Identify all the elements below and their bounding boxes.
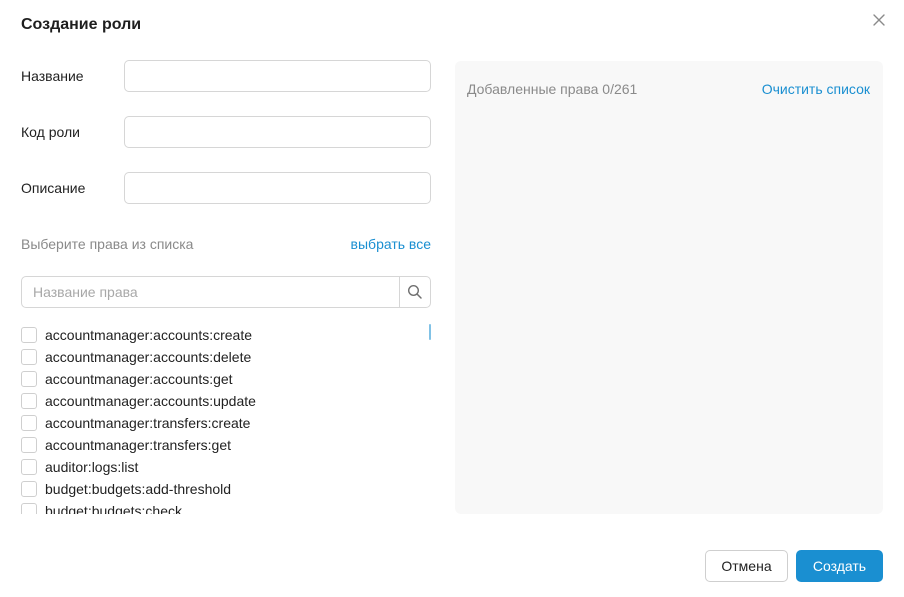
right-label: accountmanager:accounts:get bbox=[45, 371, 233, 387]
checkbox[interactable] bbox=[21, 349, 37, 365]
name-label: Название bbox=[21, 68, 84, 84]
list-item[interactable]: accountmanager:transfers:create bbox=[21, 412, 411, 434]
checkbox[interactable] bbox=[21, 437, 37, 453]
rights-search-input[interactable] bbox=[22, 277, 400, 307]
rights-hint: Выберите права из списка bbox=[21, 236, 194, 252]
right-label: accountmanager:transfers:create bbox=[45, 415, 251, 431]
list-item[interactable]: accountmanager:accounts:get bbox=[21, 368, 411, 390]
list-item[interactable]: budget:budgets:add-threshold bbox=[21, 478, 411, 500]
list-item[interactable]: accountmanager:accounts:update bbox=[21, 390, 411, 412]
code-label: Код роли bbox=[21, 124, 80, 140]
checkbox[interactable] bbox=[21, 371, 37, 387]
dialog-title: Создание роли bbox=[21, 16, 142, 33]
list-item[interactable]: auditor:logs:list bbox=[21, 456, 411, 478]
close-button[interactable] bbox=[870, 11, 888, 29]
create-role-dialog: Создание роли Название Код роли Описание… bbox=[0, 0, 904, 597]
clear-list-link[interactable]: Очистить список bbox=[762, 81, 870, 97]
added-rights-panel: Добавленные права 0/261 Очистить список bbox=[455, 61, 883, 514]
list-item[interactable]: accountmanager:transfers:get bbox=[21, 434, 411, 456]
added-rights-count: Добавленные права 0/261 bbox=[467, 81, 638, 97]
code-input[interactable] bbox=[124, 116, 431, 148]
description-row: Описание bbox=[21, 172, 431, 204]
checkbox[interactable] bbox=[21, 481, 37, 497]
rights-list[interactable]: accountmanager:accounts:create accountma… bbox=[21, 324, 431, 514]
checkbox[interactable] bbox=[21, 393, 37, 409]
right-label: auditor:logs:list bbox=[45, 459, 139, 475]
name-input[interactable] bbox=[124, 60, 431, 92]
search-icon bbox=[407, 284, 422, 299]
right-label: budget:budgets:check bbox=[45, 503, 182, 514]
checkbox[interactable] bbox=[21, 503, 37, 514]
list-item[interactable]: accountmanager:accounts:create bbox=[21, 324, 411, 346]
right-label: accountmanager:accounts:delete bbox=[45, 349, 252, 365]
name-row: Название bbox=[21, 60, 431, 92]
close-icon bbox=[873, 14, 885, 26]
list-item[interactable]: accountmanager:accounts:delete bbox=[21, 346, 411, 368]
checkbox[interactable] bbox=[21, 415, 37, 431]
checkbox[interactable] bbox=[21, 459, 37, 475]
checkbox[interactable] bbox=[21, 327, 37, 343]
select-all-link[interactable]: выбрать все bbox=[351, 236, 431, 252]
scrollbar-thumb[interactable] bbox=[429, 324, 431, 340]
search-button[interactable] bbox=[399, 277, 430, 307]
description-label: Описание bbox=[21, 180, 86, 196]
rights-header: Выберите права из списка выбрать все bbox=[21, 236, 431, 254]
cancel-button[interactable]: Отмена bbox=[705, 550, 788, 582]
right-label: budget:budgets:add-threshold bbox=[45, 481, 232, 497]
right-label: accountmanager:accounts:update bbox=[45, 393, 256, 409]
description-input[interactable] bbox=[124, 172, 431, 204]
list-item[interactable]: budget:budgets:check bbox=[21, 500, 411, 514]
create-button[interactable]: Создать bbox=[796, 550, 883, 582]
right-label: accountmanager:transfers:get bbox=[45, 437, 231, 453]
rights-search bbox=[21, 276, 431, 308]
right-label: accountmanager:accounts:create bbox=[45, 327, 253, 343]
code-row: Код роли bbox=[21, 116, 431, 148]
